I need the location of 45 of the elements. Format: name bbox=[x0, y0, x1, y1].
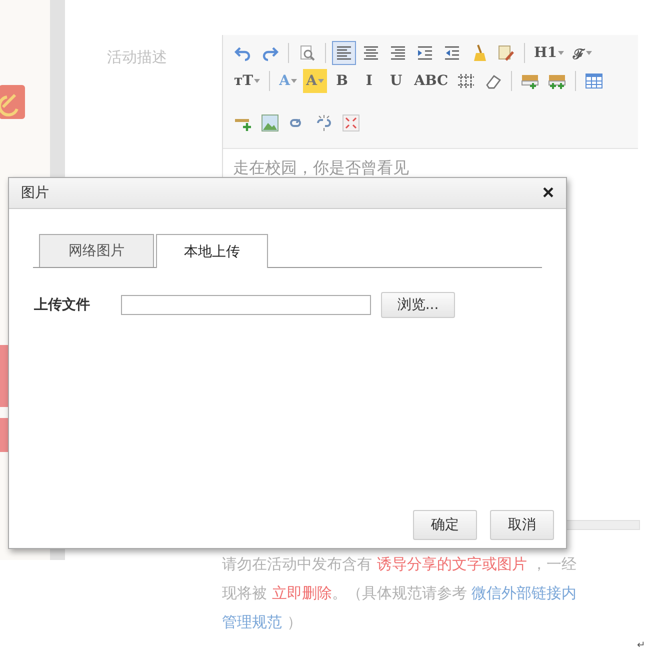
image-icon bbox=[261, 114, 279, 132]
broken-link-icon bbox=[315, 114, 333, 132]
eraser-icon bbox=[484, 72, 502, 90]
toolbar-button[interactable]: U bbox=[384, 69, 408, 93]
browse-button[interactable]: 浏览... bbox=[381, 292, 455, 318]
notice-text: 请勿在活动中发布含有 bbox=[222, 555, 373, 573]
add-rows-icon bbox=[548, 72, 566, 90]
close-button[interactable]: × bbox=[542, 182, 554, 204]
toolbar-button[interactable]: I bbox=[357, 69, 382, 93]
return-mark: ↵ bbox=[637, 640, 646, 651]
undo-icon bbox=[234, 44, 252, 62]
notepad-icon bbox=[497, 44, 515, 62]
dialog-title: 图片 bbox=[21, 184, 49, 202]
toolbar-button[interactable]: B bbox=[330, 69, 354, 93]
align-right-icon bbox=[389, 44, 407, 62]
table-icon bbox=[585, 72, 604, 90]
notice-text: 现将被 bbox=[222, 584, 268, 602]
add-row-icon bbox=[521, 72, 540, 90]
magnifier-icon bbox=[298, 44, 316, 62]
party-badge-icon bbox=[0, 85, 25, 119]
upload-label: 上传文件 bbox=[34, 296, 91, 314]
notice-text: ） bbox=[286, 613, 302, 631]
tab[interactable]: 本地上传 bbox=[156, 234, 268, 268]
cancel-button[interactable]: 取消 bbox=[490, 510, 554, 540]
redo-icon bbox=[261, 44, 279, 62]
align-center-icon bbox=[362, 44, 380, 62]
warning-text: 立即删除 bbox=[272, 584, 332, 602]
align-left-icon bbox=[335, 44, 353, 62]
toolbar-button[interactable]: ABC bbox=[411, 69, 452, 93]
outdent-icon bbox=[443, 44, 461, 62]
toolbar-button[interactable]: тT bbox=[231, 69, 264, 93]
warning-text: 诱导分享的文字或图片 bbox=[376, 555, 527, 573]
toolbar-button[interactable] bbox=[332, 41, 356, 65]
grid-icon bbox=[457, 72, 476, 90]
confirm-button[interactable]: 确定 bbox=[413, 510, 477, 540]
tab[interactable]: 网络图片 bbox=[39, 234, 154, 267]
editor-text: 走在校园，你是否曾看见 bbox=[233, 158, 410, 179]
toolbar-button[interactable]: ℱ bbox=[570, 41, 595, 65]
notice-text: 。（具体规范请参考 bbox=[332, 584, 468, 602]
notice-text: ，一经 bbox=[530, 555, 577, 573]
toolbar-button[interactable]: H1 bbox=[531, 41, 567, 65]
file-path-field[interactable] bbox=[121, 295, 371, 315]
field-label: 活动描述 bbox=[107, 48, 167, 67]
shrink-icon bbox=[342, 114, 360, 132]
indent-icon bbox=[416, 44, 434, 62]
